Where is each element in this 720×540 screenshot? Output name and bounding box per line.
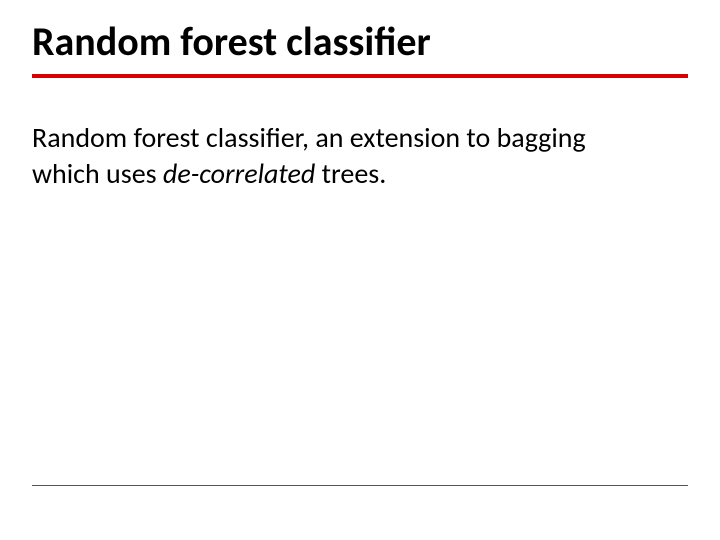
slide: Random forest classifier Random forest c… [0, 0, 720, 540]
slide-title: Random forest classifier [32, 20, 688, 64]
body-text-italic: de-correlated [163, 156, 315, 191]
title-underline [32, 74, 688, 78]
title-block: Random forest classifier [32, 20, 688, 78]
body-block: Random forest classifier, an extension t… [32, 120, 630, 192]
body-text-suffix: trees. [315, 156, 386, 191]
bottom-divider [32, 485, 688, 486]
body-text: Random forest classifier, an extension t… [32, 120, 630, 192]
